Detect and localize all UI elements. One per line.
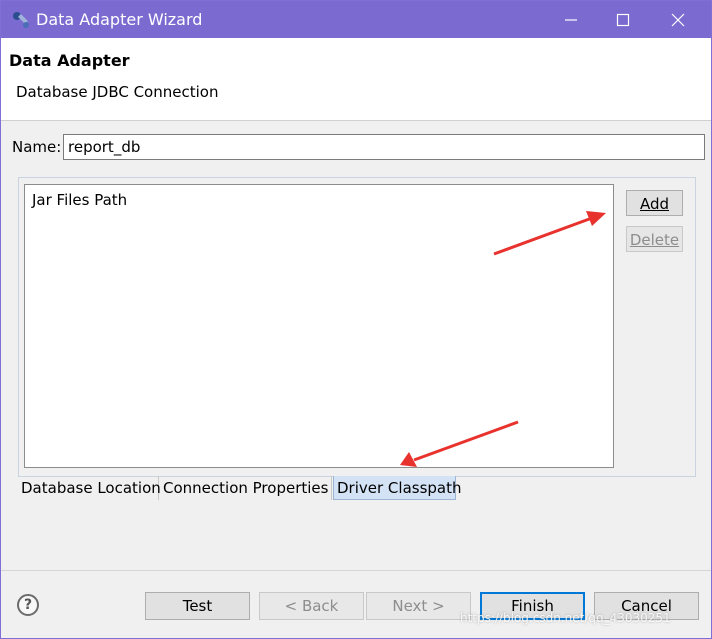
add-button-label: Add [639,195,670,213]
wizard-header: Data Adapter Database JDBC Connection [1,38,711,121]
maximize-button[interactable] [598,1,648,38]
name-input[interactable] [63,134,705,160]
page-title: Data Adapter [9,51,130,70]
maximize-icon [616,13,630,27]
footer-divider [1,570,711,571]
jar-files-list[interactable]: Jar Files Path [24,184,614,468]
name-label: Name: [12,138,62,156]
delete-jar-button[interactable]: Delete [626,226,683,252]
help-icon[interactable]: ? [17,594,39,616]
title-bar[interactable]: Data Adapter Wizard [1,1,711,38]
delete-button-label: Delete [629,231,680,249]
close-icon [671,13,685,27]
page-description: Database JDBC Connection [16,83,219,101]
minimize-button[interactable] [546,1,596,38]
test-button[interactable]: Test [145,592,250,620]
close-button[interactable] [653,1,703,38]
tab-connection-properties[interactable]: Connection Properties [160,476,332,500]
back-button[interactable]: < Back [259,592,364,620]
watermark: https://blog.csdn.net/qq_43030251 [460,611,671,625]
add-jar-button[interactable]: Add [626,190,683,216]
minimize-icon [565,19,577,21]
tab-database-location[interactable]: Database Location [18,476,161,500]
wizard-window: Data Adapter Wizard Data Adapter Databas… [0,0,712,639]
app-icon [11,10,31,30]
tab-driver-classpath[interactable]: Driver Classpath [333,476,462,500]
next-button[interactable]: Next > [366,592,471,620]
jar-files-column-header: Jar Files Path [32,191,128,209]
window-title: Data Adapter Wizard [36,10,203,29]
